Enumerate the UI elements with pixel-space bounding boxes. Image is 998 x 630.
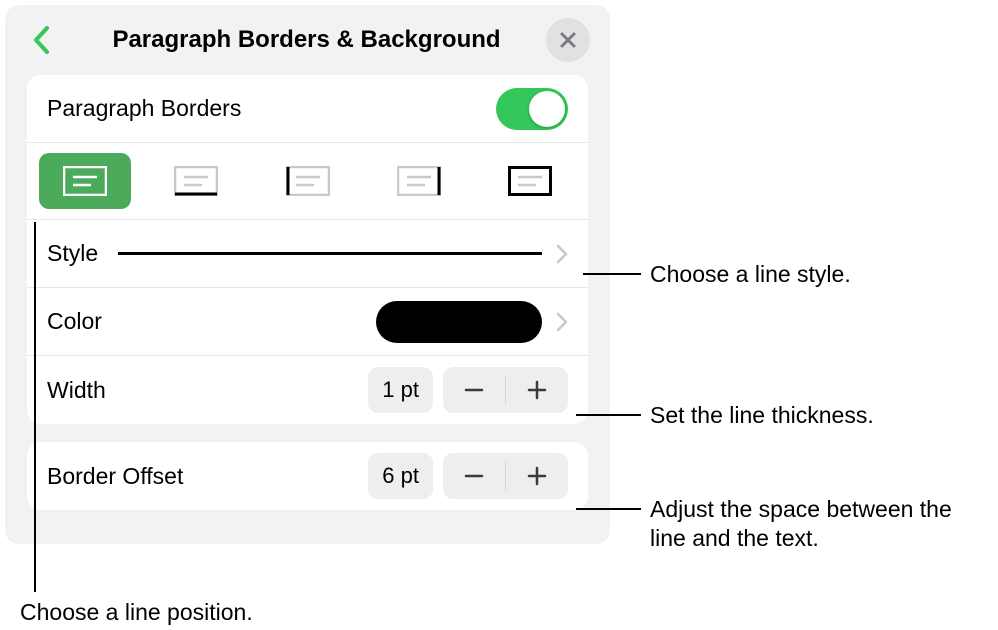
callout-width: Set the line thickness. (650, 401, 874, 430)
chevron-right-icon (556, 244, 568, 264)
color-swatch (376, 301, 542, 343)
width-decrement[interactable] (443, 367, 505, 413)
offset-decrement[interactable] (443, 453, 505, 499)
callout-style-leader (583, 273, 641, 275)
borders-card: Paragraph Borders Style (27, 75, 588, 424)
toggle-knob (529, 91, 565, 127)
close-button[interactable] (546, 18, 590, 62)
border-position-bottom[interactable] (150, 153, 242, 209)
callout-offset: Adjust the space between the line and th… (650, 495, 990, 553)
border-position-none[interactable] (39, 153, 131, 209)
callout-style: Choose a line style. (650, 260, 851, 289)
width-label: Width (47, 377, 106, 404)
width-row: Width 1 pt (27, 356, 588, 424)
callout-offset-leader (576, 508, 641, 510)
toggle-row: Paragraph Borders (27, 75, 588, 143)
offset-stepper (443, 453, 568, 499)
width-stepper-wrap: 1 pt (368, 367, 568, 413)
border-none-icon (63, 166, 107, 196)
close-icon (559, 31, 577, 49)
panel-header: Paragraph Borders & Background (5, 5, 610, 75)
minus-icon (463, 379, 485, 401)
style-row[interactable]: Style (27, 220, 588, 288)
chevron-left-icon (32, 25, 50, 55)
panel-title: Paragraph Borders & Background (57, 26, 546, 54)
callout-position-leader (34, 222, 36, 592)
width-value: 1 pt (368, 367, 433, 413)
plus-icon (526, 465, 548, 487)
border-left-icon (286, 166, 330, 196)
color-label: Color (47, 308, 102, 335)
callout-position: Choose a line position. (20, 598, 253, 627)
color-row[interactable]: Color (27, 288, 588, 356)
chevron-right-icon (556, 312, 568, 332)
border-all-icon (508, 166, 552, 196)
offset-increment[interactable] (506, 453, 568, 499)
border-right-icon (397, 166, 441, 196)
style-label: Style (47, 240, 98, 267)
plus-icon (526, 379, 548, 401)
border-position-right[interactable] (373, 153, 465, 209)
offset-card: Border Offset 6 pt (27, 442, 588, 510)
offset-label: Border Offset (47, 463, 183, 490)
back-button[interactable] (25, 24, 57, 56)
position-options-row (27, 143, 588, 220)
width-increment[interactable] (506, 367, 568, 413)
border-bottom-icon (174, 166, 218, 196)
offset-stepper-wrap: 6 pt (368, 453, 568, 499)
minus-icon (463, 465, 485, 487)
borders-panel: Paragraph Borders & Background Paragraph… (5, 5, 610, 544)
offset-row: Border Offset 6 pt (27, 442, 588, 510)
toggle-label: Paragraph Borders (47, 95, 241, 122)
offset-value: 6 pt (368, 453, 433, 499)
width-stepper (443, 367, 568, 413)
border-position-left[interactable] (262, 153, 354, 209)
borders-toggle[interactable] (496, 88, 568, 130)
callout-width-leader (576, 414, 641, 416)
border-position-all[interactable] (484, 153, 576, 209)
style-line-preview (118, 252, 542, 255)
